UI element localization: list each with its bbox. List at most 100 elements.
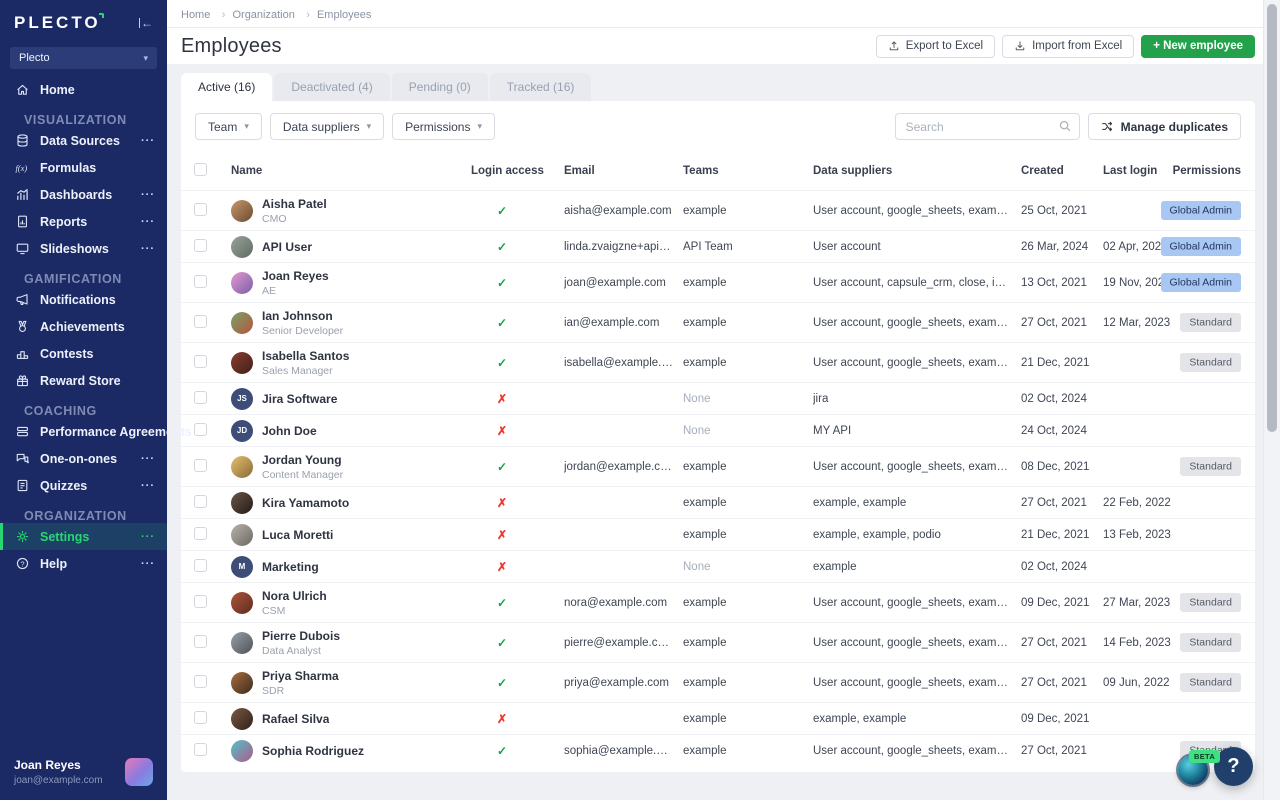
row-checkbox[interactable]	[194, 635, 207, 648]
sidebar-item-help[interactable]: ? Help ···	[0, 550, 167, 577]
table-row[interactable]: Jordan Young Content Manager ✓ jordan@ex…	[181, 446, 1255, 486]
select-all-checkbox[interactable]	[194, 163, 207, 176]
column-header-login-access: Login access	[471, 165, 564, 177]
login-granted-icon: ✓	[497, 316, 507, 330]
avatar	[231, 632, 253, 654]
more-options-icon[interactable]: ···	[141, 558, 155, 570]
table-row[interactable]: JD John Doe ✗ None MY API 24 Oct, 2024	[181, 414, 1255, 446]
table-row[interactable]: Ian Johnson Senior Developer ✓ ian@examp…	[181, 302, 1255, 342]
table-row[interactable]: Isabella Santos Sales Manager ✓ isabella…	[181, 342, 1255, 382]
table-row[interactable]: Luca Moretti ✗ example example, example,…	[181, 518, 1255, 550]
more-options-icon[interactable]: ···	[141, 243, 155, 255]
row-checkbox[interactable]	[194, 559, 207, 572]
breadcrumb-link[interactable]: Organization	[232, 9, 294, 21]
employee-data-suppliers: User account, google_sheets, example, ex…	[813, 745, 1021, 757]
table-row[interactable]: Joan Reyes AE ✓ joan@example.com example…	[181, 262, 1255, 302]
tab-tracked[interactable]: Tracked (16)	[490, 73, 592, 101]
permissions-filter-dropdown[interactable]: Permissions ▾	[392, 113, 495, 140]
table-row[interactable]: Aisha Patel CMO ✓ aisha@example.com exam…	[181, 190, 1255, 230]
row-checkbox[interactable]	[194, 711, 207, 724]
more-options-icon[interactable]: ···	[141, 453, 155, 465]
new-employee-button[interactable]: + New employee	[1141, 35, 1255, 58]
search-input[interactable]	[895, 113, 1080, 140]
content-area: Active (16)Deactivated (4)Pending (0)Tra…	[167, 64, 1280, 800]
employees-card: Team ▾ Data suppliers ▾ Permissions ▾	[181, 101, 1255, 772]
row-checkbox[interactable]	[194, 527, 207, 540]
table-row[interactable]: Pierre Dubois Data Analyst ✓ pierre@exam…	[181, 622, 1255, 662]
breadcrumb-link[interactable]: Home	[181, 9, 210, 21]
sidebar-item-data-sources[interactable]: Data Sources ···	[0, 127, 167, 154]
more-options-icon[interactable]: ···	[141, 135, 155, 147]
login-granted-icon: ✓	[497, 596, 507, 610]
row-checkbox[interactable]	[194, 459, 207, 472]
row-checkbox[interactable]	[194, 391, 207, 404]
current-user-avatar[interactable]	[125, 758, 153, 786]
table-row[interactable]: API User ✓ linda.zvaigzne+api@... API Te…	[181, 230, 1255, 262]
tab-bar: Active (16)Deactivated (4)Pending (0)Tra…	[181, 73, 1255, 101]
sidebar-item-performance-agreements[interactable]: Performance Agreements ···	[0, 418, 167, 445]
avatar	[231, 492, 253, 514]
sidebar-item-one-on-ones[interactable]: One-on-ones ···	[0, 445, 167, 472]
sidebar-item-label: Notifications	[40, 293, 116, 307]
data-suppliers-filter-dropdown[interactable]: Data suppliers ▾	[270, 113, 384, 140]
collapse-sidebar-icon[interactable]: ←	[139, 18, 153, 28]
sidebar-item-formulas[interactable]: f(x) Formulas ···	[0, 154, 167, 181]
employee-last-login-date: 22 Feb, 2022	[1103, 497, 1186, 509]
sidebar-item-quizzes[interactable]: Quizzes ···	[0, 472, 167, 499]
team-filter-dropdown[interactable]: Team ▾	[195, 113, 262, 140]
employee-email: joan@example.com	[564, 277, 683, 289]
sidebar-item-label: Data Sources	[40, 134, 120, 148]
table-row[interactable]: Rafael Silva ✗ example example, example …	[181, 702, 1255, 734]
manage-duplicates-button[interactable]: Manage duplicates	[1088, 113, 1241, 140]
export-to-excel-button[interactable]: Export to Excel	[876, 35, 995, 58]
import-from-excel-button[interactable]: Import from Excel	[1002, 35, 1134, 58]
row-checkbox[interactable]	[194, 743, 207, 756]
more-options-icon[interactable]: ···	[141, 189, 155, 201]
row-checkbox[interactable]	[194, 275, 207, 288]
avatar	[231, 236, 253, 258]
row-checkbox[interactable]	[194, 675, 207, 688]
employee-email: pierre@example.com	[564, 637, 683, 649]
sidebar-item-dashboards[interactable]: Dashboards ···	[0, 181, 167, 208]
sidebar-item-settings[interactable]: Settings ···	[0, 523, 167, 550]
employee-teams: example	[683, 745, 813, 757]
table-row[interactable]: M Marketing ✗ None example 02 Oct, 2024	[181, 550, 1255, 582]
row-checkbox[interactable]	[194, 355, 207, 368]
more-options-icon[interactable]: ···	[141, 531, 155, 543]
sidebar-item-label: Formulas	[40, 161, 96, 175]
permission-badge: Standard	[1180, 313, 1241, 332]
employee-created-date: 25 Oct, 2021	[1021, 205, 1103, 217]
table-row[interactable]: Kira Yamamoto ✗ example example, example…	[181, 486, 1255, 518]
table-row[interactable]: Nora Ulrich CSM ✓ nora@example.com examp…	[181, 582, 1255, 622]
tab-pending[interactable]: Pending (0)	[392, 73, 488, 101]
breadcrumb-link[interactable]: Employees	[317, 9, 371, 21]
table-row[interactable]: Sophia Rodriguez ✓ sophia@example.co... …	[181, 734, 1255, 766]
employee-last-login-date: 14 Feb, 2023	[1103, 637, 1186, 649]
employee-data-suppliers: example	[813, 561, 1021, 573]
sidebar-item-contests[interactable]: Contests ···	[0, 340, 167, 367]
breadcrumb-separator: ›	[306, 9, 310, 21]
row-checkbox[interactable]	[194, 203, 207, 216]
tab-active[interactable]: Active (16)	[181, 73, 272, 101]
row-checkbox[interactable]	[194, 595, 207, 608]
scrollbar-thumb[interactable]	[1267, 4, 1277, 432]
table-row[interactable]: JS Jira Software ✗ None jira 02 Oct, 202…	[181, 382, 1255, 414]
table-row[interactable]: Priya Sharma SDR ✓ priya@example.com exa…	[181, 662, 1255, 702]
sidebar-item-slideshows[interactable]: Slideshows ···	[0, 235, 167, 262]
employee-created-date: 02 Oct, 2024	[1021, 393, 1103, 405]
scrollbar-track[interactable]	[1263, 0, 1280, 800]
sidebar-item-achievements[interactable]: Achievements ···	[0, 313, 167, 340]
row-checkbox[interactable]	[194, 239, 207, 252]
sidebar-item-home[interactable]: Home ···	[0, 76, 167, 103]
more-options-icon[interactable]: ···	[141, 480, 155, 492]
sidebar-item-reward-store[interactable]: Reward Store ···	[0, 367, 167, 394]
org-selector[interactable]: Plecto ▾	[10, 47, 157, 69]
row-checkbox[interactable]	[194, 495, 207, 508]
row-checkbox[interactable]	[194, 315, 207, 328]
more-options-icon[interactable]: ···	[141, 216, 155, 228]
row-checkbox[interactable]	[194, 423, 207, 436]
tab-deactivated[interactable]: Deactivated (4)	[274, 73, 389, 101]
sidebar-item-reports[interactable]: Reports ···	[0, 208, 167, 235]
sidebar-user[interactable]: Joan Reyes joan@example.com	[0, 746, 167, 800]
sidebar-item-notifications[interactable]: Notifications ···	[0, 286, 167, 313]
